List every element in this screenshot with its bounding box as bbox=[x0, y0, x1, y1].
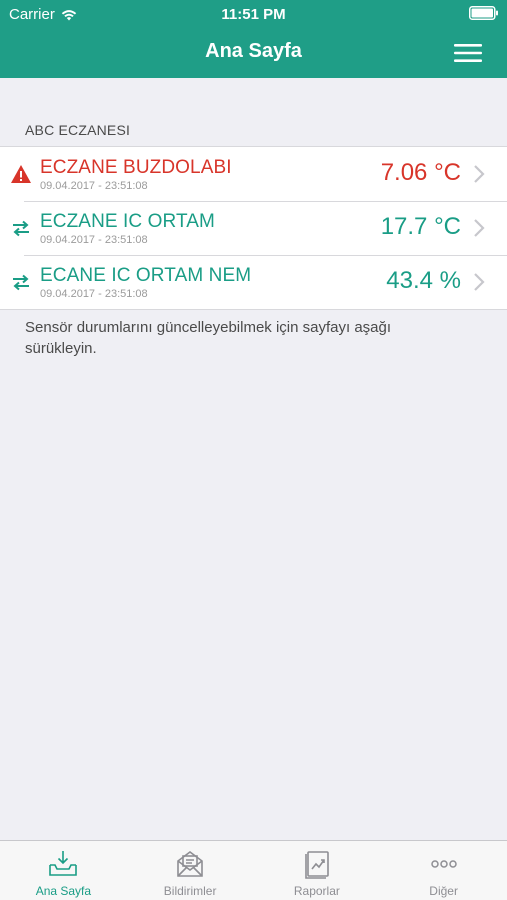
more-dots-icon bbox=[430, 860, 457, 868]
tab-label: Ana Sayfa bbox=[35, 884, 92, 898]
battery-icon bbox=[469, 6, 498, 20]
warning-icon bbox=[11, 165, 31, 183]
sensor-name: ECZANE IC ORTAM bbox=[40, 211, 215, 232]
hamburger-menu-icon[interactable] bbox=[453, 42, 483, 64]
sensor-row-ic-ortam[interactable]: ECZANE IC ORTAM 09.04.2017 - 23:51:08 17… bbox=[0, 201, 507, 255]
clock: 11:51 PM bbox=[221, 6, 286, 23]
tab-bildirimler[interactable]: Bildirimler bbox=[127, 841, 254, 900]
sensor-date: 09.04.2017 - 23:51:08 bbox=[40, 234, 148, 246]
tab-label: Raporlar bbox=[293, 884, 340, 898]
transfer-icon bbox=[13, 220, 29, 237]
report-chart-icon bbox=[305, 851, 329, 879]
transfer-icon bbox=[13, 274, 29, 291]
navigation-bar: Ana Sayfa bbox=[0, 28, 507, 78]
inbox-download-icon bbox=[49, 851, 78, 876]
chevron-right-icon bbox=[474, 273, 485, 291]
chevron-right-icon bbox=[474, 219, 485, 237]
sensor-row-ic-ortam-nem[interactable]: ECANE IC ORTAM NEM 09.04.2017 - 23:51:08… bbox=[0, 255, 507, 309]
tab-diger[interactable]: Diğer bbox=[380, 841, 507, 900]
sensor-name: ECANE IC ORTAM NEM bbox=[40, 265, 252, 286]
sensor-list: ECZANE BUZDOLABI 09.04.2017 - 23:51:08 7… bbox=[0, 146, 507, 310]
envelope-icon bbox=[177, 851, 203, 877]
status-bar: Carrier 11:51 PM bbox=[0, 0, 507, 28]
sensor-value: 43.4 % bbox=[386, 267, 461, 294]
sensor-value: 7.06 °C bbox=[380, 159, 461, 186]
chevron-right-icon bbox=[474, 165, 485, 183]
tab-bar: Ana Sayfa Bildirimler Raporlar Diğer bbox=[0, 840, 507, 900]
tab-raporlar[interactable]: Raporlar bbox=[254, 841, 381, 900]
sensor-date: 09.04.2017 - 23:51:08 bbox=[40, 180, 148, 192]
section-header: ABC ECZANESI bbox=[25, 122, 131, 138]
sensor-date: 09.04.2017 - 23:51:08 bbox=[40, 288, 148, 300]
sensor-name: ECZANE BUZDOLABI bbox=[40, 157, 232, 178]
sensor-row-buzdolabi[interactable]: ECZANE BUZDOLABI 09.04.2017 - 23:51:08 7… bbox=[0, 147, 507, 201]
tab-label: Diğer bbox=[429, 884, 458, 898]
pull-to-refresh-hint: Sensör durumlarını güncelleyebilmek için… bbox=[25, 319, 392, 357]
page-title: Ana Sayfa bbox=[205, 40, 302, 62]
tab-label: Bildirimler bbox=[163, 884, 217, 898]
sensor-value: 17.7 °C bbox=[380, 213, 461, 240]
tab-ana-sayfa[interactable]: Ana Sayfa bbox=[0, 841, 127, 900]
